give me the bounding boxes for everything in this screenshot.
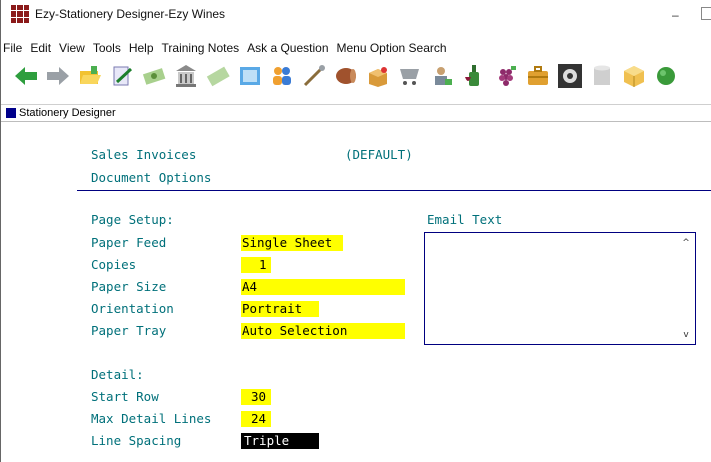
- menu-option-search[interactable]: Menu Option Search: [333, 41, 451, 55]
- worker-icon[interactable]: [429, 63, 455, 89]
- back-arrow-icon[interactable]: [13, 63, 39, 89]
- money-icon[interactable]: [141, 63, 167, 89]
- orientation-label: Orientation: [91, 301, 174, 316]
- people-icon[interactable]: [269, 63, 295, 89]
- email-text-label: Email Text: [427, 212, 503, 227]
- folder-open-icon[interactable]: [77, 63, 103, 89]
- cylinder-icon[interactable]: [589, 63, 615, 89]
- box-icon[interactable]: [621, 63, 647, 89]
- menu-bar: File Edit View Tools Help Training Notes…: [1, 38, 711, 58]
- document-icon[interactable]: [237, 63, 263, 89]
- default-tag: (DEFAULT): [345, 147, 413, 162]
- package-icon[interactable]: [365, 63, 391, 89]
- tools-icon[interactable]: [301, 63, 327, 89]
- maximize-button[interactable]: [701, 7, 711, 20]
- menu-ask-a-question[interactable]: Ask a Question: [243, 41, 332, 55]
- building-icon[interactable]: [173, 63, 199, 89]
- page-setup-heading: Page Setup:: [91, 212, 174, 227]
- header-rule: [77, 190, 711, 191]
- cart-icon[interactable]: [397, 63, 423, 89]
- menu-tools[interactable]: Tools: [89, 41, 125, 55]
- settings-gear-icon[interactable]: [557, 63, 583, 89]
- page-title: Document Options: [91, 170, 212, 185]
- grapes-icon[interactable]: [493, 63, 519, 89]
- paper-tray-label: Paper Tray: [91, 323, 167, 338]
- menu-view[interactable]: View: [55, 41, 89, 55]
- orientation-field[interactable]: Portrait: [241, 301, 319, 317]
- paper-feed-field[interactable]: Single Sheet: [241, 235, 343, 251]
- line-spacing-field[interactable]: Triple: [241, 433, 319, 449]
- line-spacing-label: Line Spacing: [91, 433, 182, 448]
- briefcase-icon[interactable]: [525, 63, 551, 89]
- paper-tray-field[interactable]: Auto Selection: [241, 323, 405, 339]
- forward-arrow-icon[interactable]: [45, 63, 71, 89]
- document-tab-strip: Stationery Designer: [1, 104, 711, 121]
- minimize-button[interactable]: –: [672, 8, 684, 22]
- paper-size-label: Paper Size: [91, 279, 167, 294]
- wine-bottle-icon[interactable]: [461, 63, 487, 89]
- content-divider: [1, 121, 711, 122]
- email-text-area[interactable]: ^ v: [424, 232, 696, 345]
- start-row-field[interactable]: 30: [241, 389, 271, 405]
- copies-field[interactable]: 1: [241, 257, 271, 273]
- leaf-icon[interactable]: [653, 63, 679, 89]
- menu-file[interactable]: File: [1, 41, 26, 55]
- scroll-up-icon[interactable]: ^: [681, 238, 691, 248]
- max-detail-lines-label: Max Detail Lines: [91, 411, 212, 426]
- toolbar: [13, 58, 711, 94]
- barrel-icon[interactable]: [333, 63, 359, 89]
- menu-training-notes[interactable]: Training Notes: [158, 41, 244, 55]
- max-detail-lines-field[interactable]: 24: [241, 411, 271, 427]
- detail-heading: Detail:: [91, 367, 144, 382]
- menu-help[interactable]: Help: [125, 41, 158, 55]
- document-type-label: Sales Invoices: [91, 147, 197, 162]
- edit-document-icon[interactable]: [109, 63, 135, 89]
- window-title: Ezy-Stationery Designer-Ezy Wines: [35, 7, 226, 21]
- start-row-label: Start Row: [91, 389, 159, 404]
- tab-stationery-designer[interactable]: Stationery Designer: [19, 107, 116, 119]
- scroll-down-icon[interactable]: v: [681, 330, 691, 340]
- paper-size-field[interactable]: A4: [241, 279, 405, 295]
- title-bar: Ezy-Stationery Designer-Ezy Wines –: [1, 0, 711, 28]
- paper-feed-label: Paper Feed: [91, 235, 167, 250]
- app-grid-icon: [11, 5, 29, 23]
- menu-edit[interactable]: Edit: [26, 41, 55, 55]
- cash-icon[interactable]: [205, 63, 231, 89]
- tab-square-icon: [6, 108, 16, 118]
- app-window: Ezy-Stationery Designer-Ezy Wines – File…: [0, 0, 711, 462]
- copies-label: Copies: [91, 257, 137, 272]
